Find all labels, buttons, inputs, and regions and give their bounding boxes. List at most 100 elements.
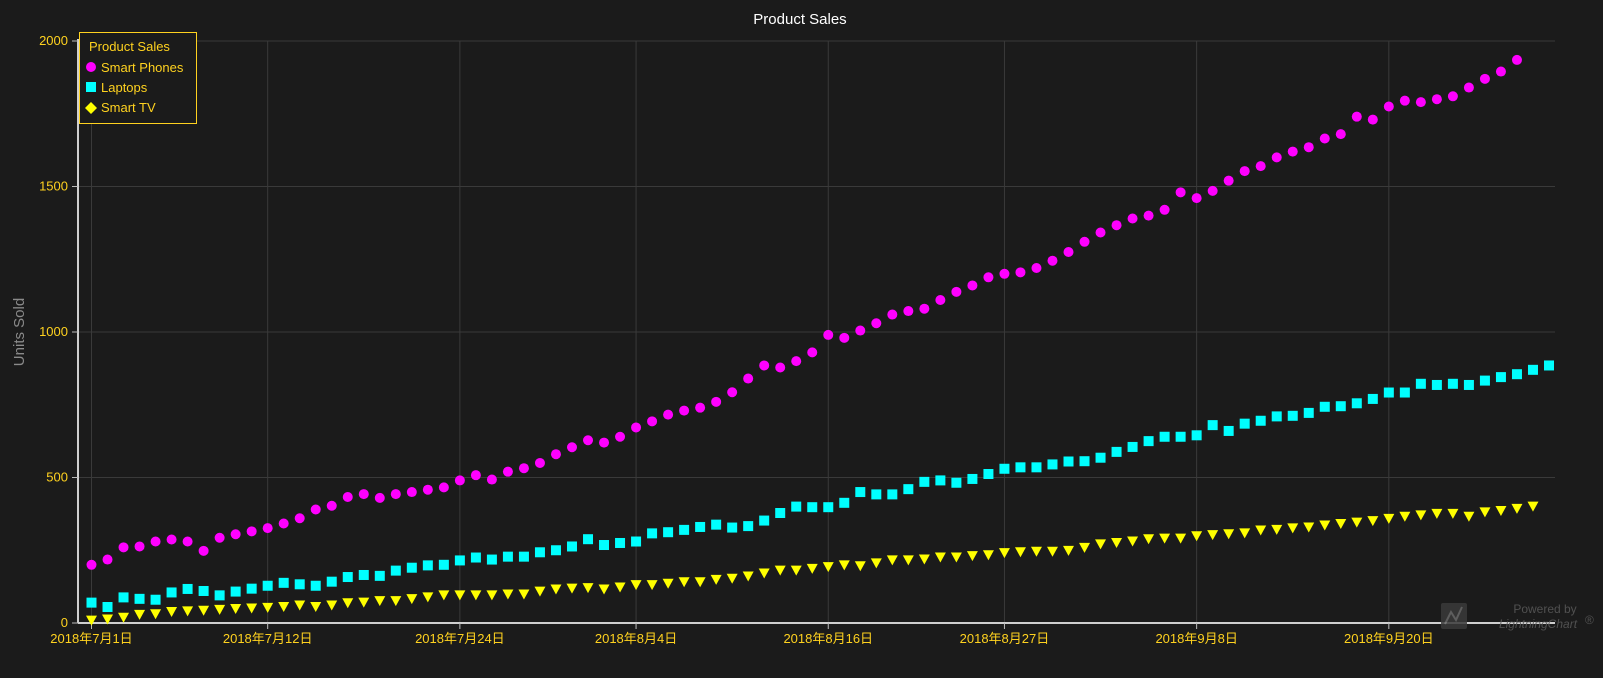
data-point-laptops	[871, 489, 882, 500]
data-point-smart-phones	[679, 405, 690, 416]
data-point-laptops	[615, 537, 626, 548]
legend-item-smart-phones[interactable]: Smart Phones	[86, 60, 184, 75]
data-point-smart-phones	[550, 449, 561, 460]
data-point-smart-phones	[1079, 236, 1090, 247]
data-point-smart-phones	[1095, 227, 1106, 238]
data-point-smart-phones	[951, 286, 962, 297]
data-point-smart-phones	[1463, 82, 1474, 93]
data-point-smart-phones	[1383, 101, 1394, 112]
data-point-laptops	[583, 534, 594, 545]
data-point-laptops	[1511, 369, 1522, 380]
data-point-smart-phones	[118, 542, 129, 553]
data-point-smart-phones	[1191, 193, 1202, 204]
legend-label-smart-phones: Smart Phones	[101, 60, 184, 75]
legend-label-laptops: Laptops	[101, 80, 148, 95]
data-point-laptops	[1047, 459, 1058, 470]
x-tick-label: 2018年7月1日	[50, 631, 132, 646]
chart-title: Product Sales	[753, 11, 846, 28]
data-point-laptops	[198, 585, 209, 596]
y-tick-label: 500	[46, 470, 68, 485]
product-sales-chart: Product Sales Units Sold 0 500 1000 1500 200…	[0, 0, 1603, 678]
data-point-laptops	[1159, 431, 1170, 442]
data-point-smart-phones	[759, 360, 770, 371]
data-point-smart-phones	[470, 470, 481, 481]
data-point-smart-phones	[727, 387, 738, 398]
data-point-laptops	[711, 519, 722, 530]
data-point-laptops	[294, 579, 305, 590]
data-point-laptops	[102, 601, 113, 612]
data-point-smart-phones	[310, 504, 321, 515]
data-point-smart-phones	[1479, 73, 1490, 84]
data-point-laptops	[999, 463, 1010, 474]
data-point-smart-phones	[518, 463, 529, 474]
data-point-laptops	[727, 522, 738, 533]
x-tick-label: 2018年7月24日	[415, 631, 505, 646]
data-point-laptops	[438, 559, 449, 570]
data-point-smart-phones	[486, 474, 497, 485]
data-point-smart-phones	[583, 435, 594, 446]
legend-square-icon	[86, 82, 96, 92]
data-point-smart-phones	[743, 373, 754, 384]
data-point-smart-phones	[1271, 152, 1282, 163]
data-point-smart-phones	[1319, 133, 1330, 144]
data-point-smart-phones	[502, 466, 513, 477]
data-point-laptops	[983, 469, 994, 480]
data-point-smart-phones	[246, 526, 257, 537]
data-point-smart-phones	[775, 362, 786, 373]
data-point-smart-phones	[1127, 213, 1138, 224]
data-point-laptops	[1287, 410, 1298, 421]
data-point-laptops	[1111, 446, 1122, 457]
data-point-laptops	[1479, 375, 1490, 386]
y-tick-label: 1500	[39, 179, 68, 194]
data-point-laptops	[1383, 387, 1394, 398]
data-point-laptops	[550, 545, 561, 556]
data-point-laptops	[759, 515, 770, 526]
data-point-laptops	[1207, 420, 1218, 431]
data-point-laptops	[1239, 418, 1250, 429]
data-point-smart-phones	[935, 294, 946, 305]
data-point-laptops	[647, 528, 658, 539]
data-point-laptops	[214, 590, 225, 601]
data-point-smart-phones	[903, 306, 914, 317]
y-tick-label: 1000	[39, 324, 68, 339]
data-point-laptops	[118, 592, 129, 603]
x-tick-label: 2018年8月4日	[595, 631, 677, 646]
data-point-smart-phones	[1415, 97, 1426, 108]
data-point-smart-phones	[711, 396, 722, 407]
lightningchart-logo-icon	[1441, 603, 1467, 629]
data-point-smart-phones	[807, 347, 818, 358]
data-point-laptops	[839, 497, 850, 508]
data-point-smart-phones	[791, 356, 802, 367]
data-point-laptops	[791, 501, 802, 512]
y-tick-label: 0	[61, 615, 68, 630]
data-point-laptops	[150, 594, 161, 605]
data-point-smart-phones	[422, 484, 433, 495]
data-point-smart-phones	[871, 318, 882, 329]
data-point-smart-phones	[1447, 91, 1458, 102]
data-point-laptops	[1191, 430, 1202, 441]
data-point-laptops	[679, 524, 690, 535]
data-point-smart-phones	[566, 442, 577, 453]
data-point-smart-phones	[390, 489, 401, 500]
data-point-laptops	[1351, 398, 1362, 409]
data-point-laptops	[166, 587, 177, 598]
data-point-smart-phones	[438, 482, 449, 493]
data-point-laptops	[631, 536, 642, 547]
data-point-smart-phones	[1063, 246, 1074, 257]
data-point-laptops	[599, 540, 610, 551]
data-point-laptops	[374, 570, 385, 581]
data-point-laptops	[390, 565, 401, 576]
data-point-smart-phones	[1047, 255, 1058, 266]
y-axis-title: Units Sold	[11, 298, 28, 366]
data-point-smart-phones	[1207, 185, 1218, 196]
data-point-laptops	[775, 508, 786, 519]
data-point-laptops	[358, 569, 369, 580]
data-point-smart-phones	[1431, 94, 1442, 105]
data-point-laptops	[1367, 393, 1378, 404]
data-point-smart-phones	[294, 513, 305, 524]
data-point-laptops	[326, 576, 337, 587]
data-point-laptops	[1255, 415, 1266, 426]
chart-container: Product Sales Units Sold 0 500 1000 1500 200…	[0, 0, 1603, 678]
data-point-smart-phones	[839, 332, 850, 343]
data-point-smart-phones	[663, 409, 674, 420]
